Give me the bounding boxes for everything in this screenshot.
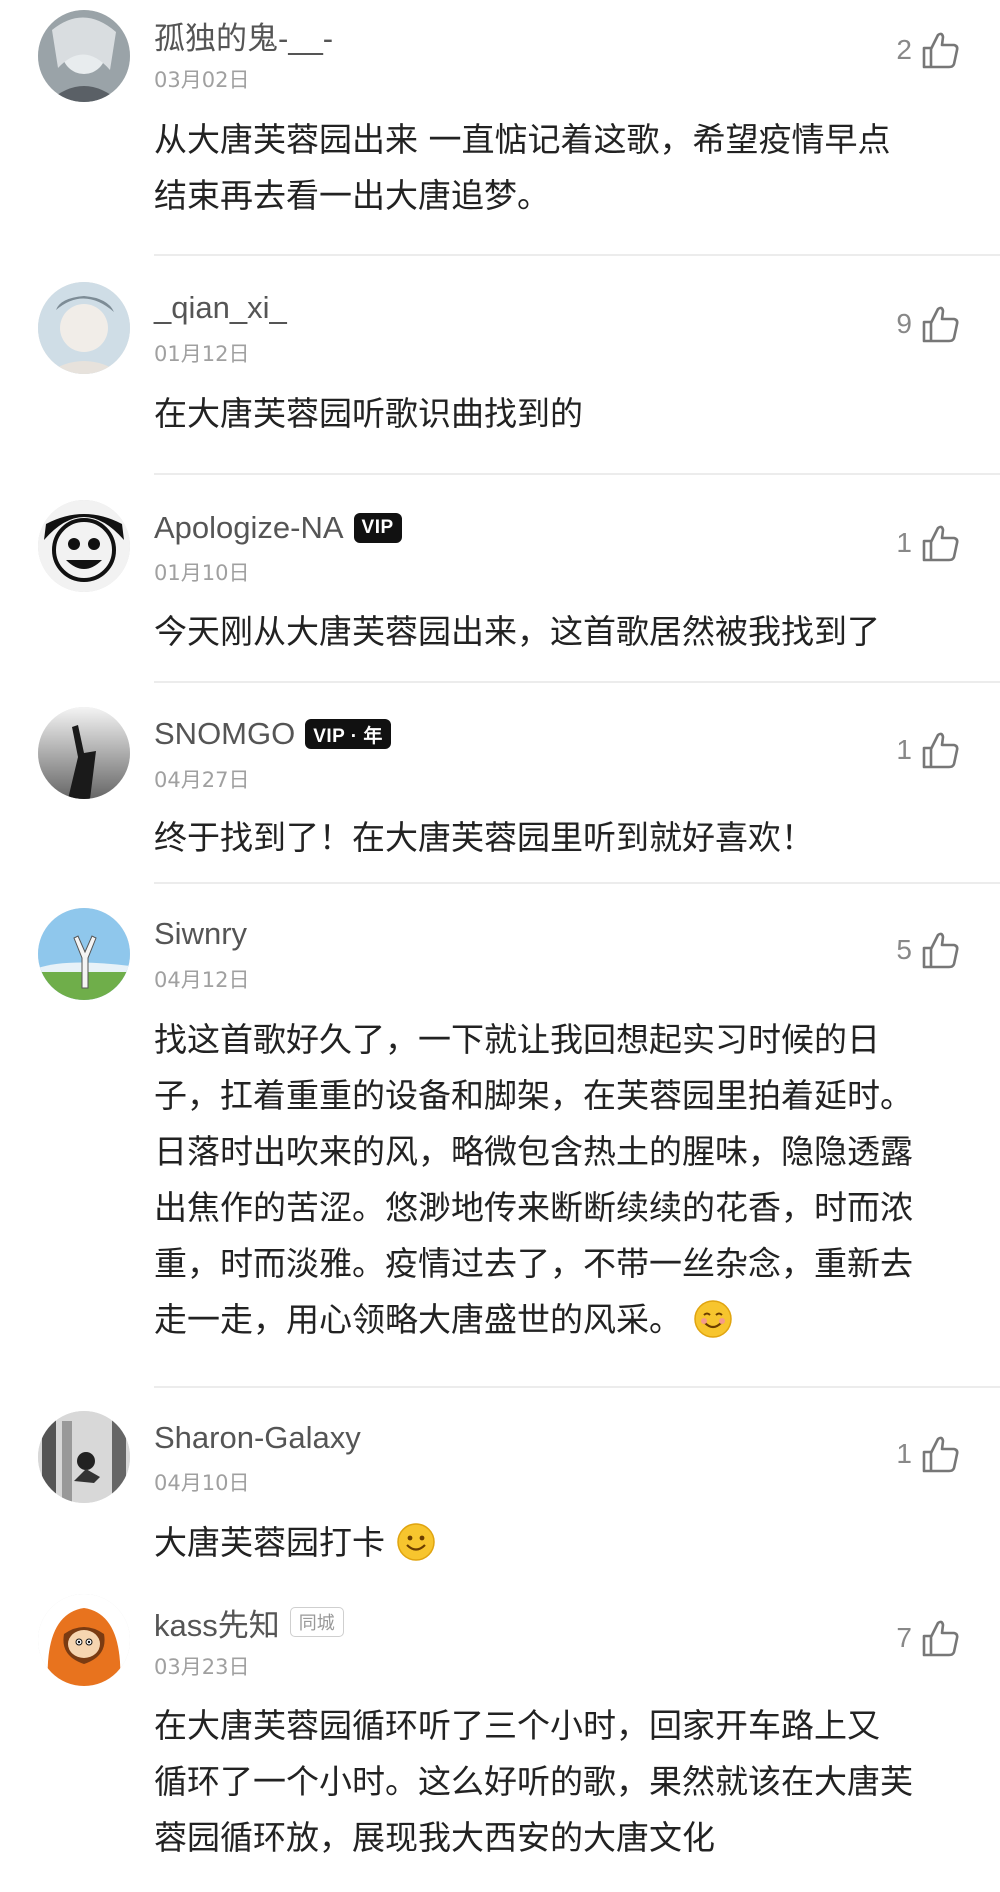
like-count: 7 bbox=[896, 1622, 912, 1653]
comment-line: 结束再去看一出大唐追梦。 bbox=[154, 176, 550, 215]
thumbs-up-icon bbox=[922, 525, 959, 562]
comment-line: 终于找到了！在大唐芙蓉园里听到就好喜欢！ bbox=[154, 818, 814, 857]
comment-line: 走一走，用心领略大唐盛世的风采。 bbox=[154, 1300, 682, 1339]
comment-date: 01月10日 bbox=[154, 561, 250, 585]
username[interactable]: _qian_xi_ bbox=[154, 290, 287, 326]
avatar[interactable] bbox=[38, 10, 130, 102]
avatar[interactable] bbox=[38, 908, 130, 1000]
username[interactable]: Apologize-NA bbox=[154, 510, 344, 546]
thumbs-up-icon bbox=[922, 1436, 959, 1473]
comment-line: 在大唐芙蓉园循环听了三个小时，回家开车路上又 bbox=[154, 1706, 880, 1745]
like-button[interactable]: 1 bbox=[896, 728, 962, 772]
divider bbox=[154, 254, 1000, 256]
divider bbox=[154, 473, 1000, 475]
comment-date: 04月10日 bbox=[154, 1471, 250, 1495]
comment-date: 04月27日 bbox=[154, 768, 250, 792]
comment-line: 子，扛着重重的设备和脚架，在芙蓉园里拍着延时。 bbox=[154, 1076, 913, 1115]
smile-emoji bbox=[396, 1523, 435, 1561]
like-count: 5 bbox=[896, 934, 912, 965]
comment-line: 蓉园循环放，展现我大西安的大唐文化 bbox=[154, 1818, 715, 1857]
avatar[interactable] bbox=[38, 500, 130, 592]
divider bbox=[154, 882, 1000, 884]
thumbs-up-icon bbox=[922, 732, 959, 769]
username[interactable]: Sharon-Galaxy bbox=[154, 1420, 361, 1456]
divider bbox=[154, 1386, 1000, 1388]
comment-line: 重，时而淡雅。疫情过去了，不带一丝杂念，重新去 bbox=[154, 1244, 913, 1283]
like-button[interactable]: 1 bbox=[896, 521, 962, 565]
comment-line: 在大唐芙蓉园听歌识曲找到的 bbox=[154, 394, 583, 433]
comment-line: 循环了一个小时。这么好听的歌，果然就该在大唐芙 bbox=[154, 1762, 913, 1801]
comment-date: 03月02日 bbox=[154, 68, 250, 92]
comment-line: 今天刚从大唐芙蓉园出来，这首歌居然被我找到了 bbox=[154, 612, 880, 651]
smiling-face-emoji bbox=[693, 1300, 732, 1338]
username[interactable]: kass先知 bbox=[154, 1600, 280, 1645]
username[interactable]: SNOMGO bbox=[154, 716, 295, 752]
comment-line: 大唐芙蓉园打卡 bbox=[154, 1523, 385, 1562]
comment-date: 03月23日 bbox=[154, 1655, 250, 1679]
like-count: 9 bbox=[896, 308, 912, 339]
like-button[interactable]: 1 bbox=[896, 1432, 962, 1476]
comment-line: 出焦作的苦涩。悠渺地传来断断续续的花香，时而浓 bbox=[154, 1188, 913, 1227]
comment-line: 日落时出吹来的风，略微包含热土的腥味，隐隐透露 bbox=[154, 1132, 913, 1171]
thumbs-up-icon bbox=[922, 306, 959, 343]
comment-line: 从大唐芙蓉园出来 一直惦记着这歌，希望疫情早点 bbox=[154, 120, 891, 159]
like-button[interactable]: 5 bbox=[896, 928, 962, 972]
vip-year-badge: VIP · 年 bbox=[305, 719, 391, 749]
username[interactable]: Siwnry bbox=[154, 916, 247, 952]
like-button[interactable]: 7 bbox=[896, 1616, 962, 1660]
like-count: 1 bbox=[896, 734, 912, 765]
comment-date: 04月12日 bbox=[154, 968, 250, 992]
comment-date: 01月12日 bbox=[154, 342, 250, 366]
divider bbox=[154, 681, 1000, 683]
thumbs-up-icon bbox=[922, 932, 959, 969]
like-button[interactable]: 2 bbox=[896, 28, 962, 72]
avatar[interactable] bbox=[38, 282, 130, 374]
thumbs-up-icon bbox=[922, 32, 959, 69]
vip-badge: VIP bbox=[353, 513, 402, 543]
thumbs-up-icon bbox=[922, 1620, 959, 1657]
comment-line: 找这首歌好久了，一下就让我回想起实习时候的日 bbox=[154, 1020, 880, 1059]
like-count: 1 bbox=[896, 1438, 912, 1469]
same-city-tag: 同城 bbox=[289, 1607, 344, 1637]
like-button[interactable]: 9 bbox=[896, 302, 962, 346]
avatar[interactable] bbox=[38, 707, 130, 799]
avatar[interactable] bbox=[38, 1594, 130, 1686]
username[interactable]: 孤独的鬼-__- bbox=[154, 13, 333, 58]
like-count: 1 bbox=[896, 527, 912, 558]
like-count: 2 bbox=[896, 34, 912, 65]
avatar[interactable] bbox=[38, 1411, 130, 1503]
